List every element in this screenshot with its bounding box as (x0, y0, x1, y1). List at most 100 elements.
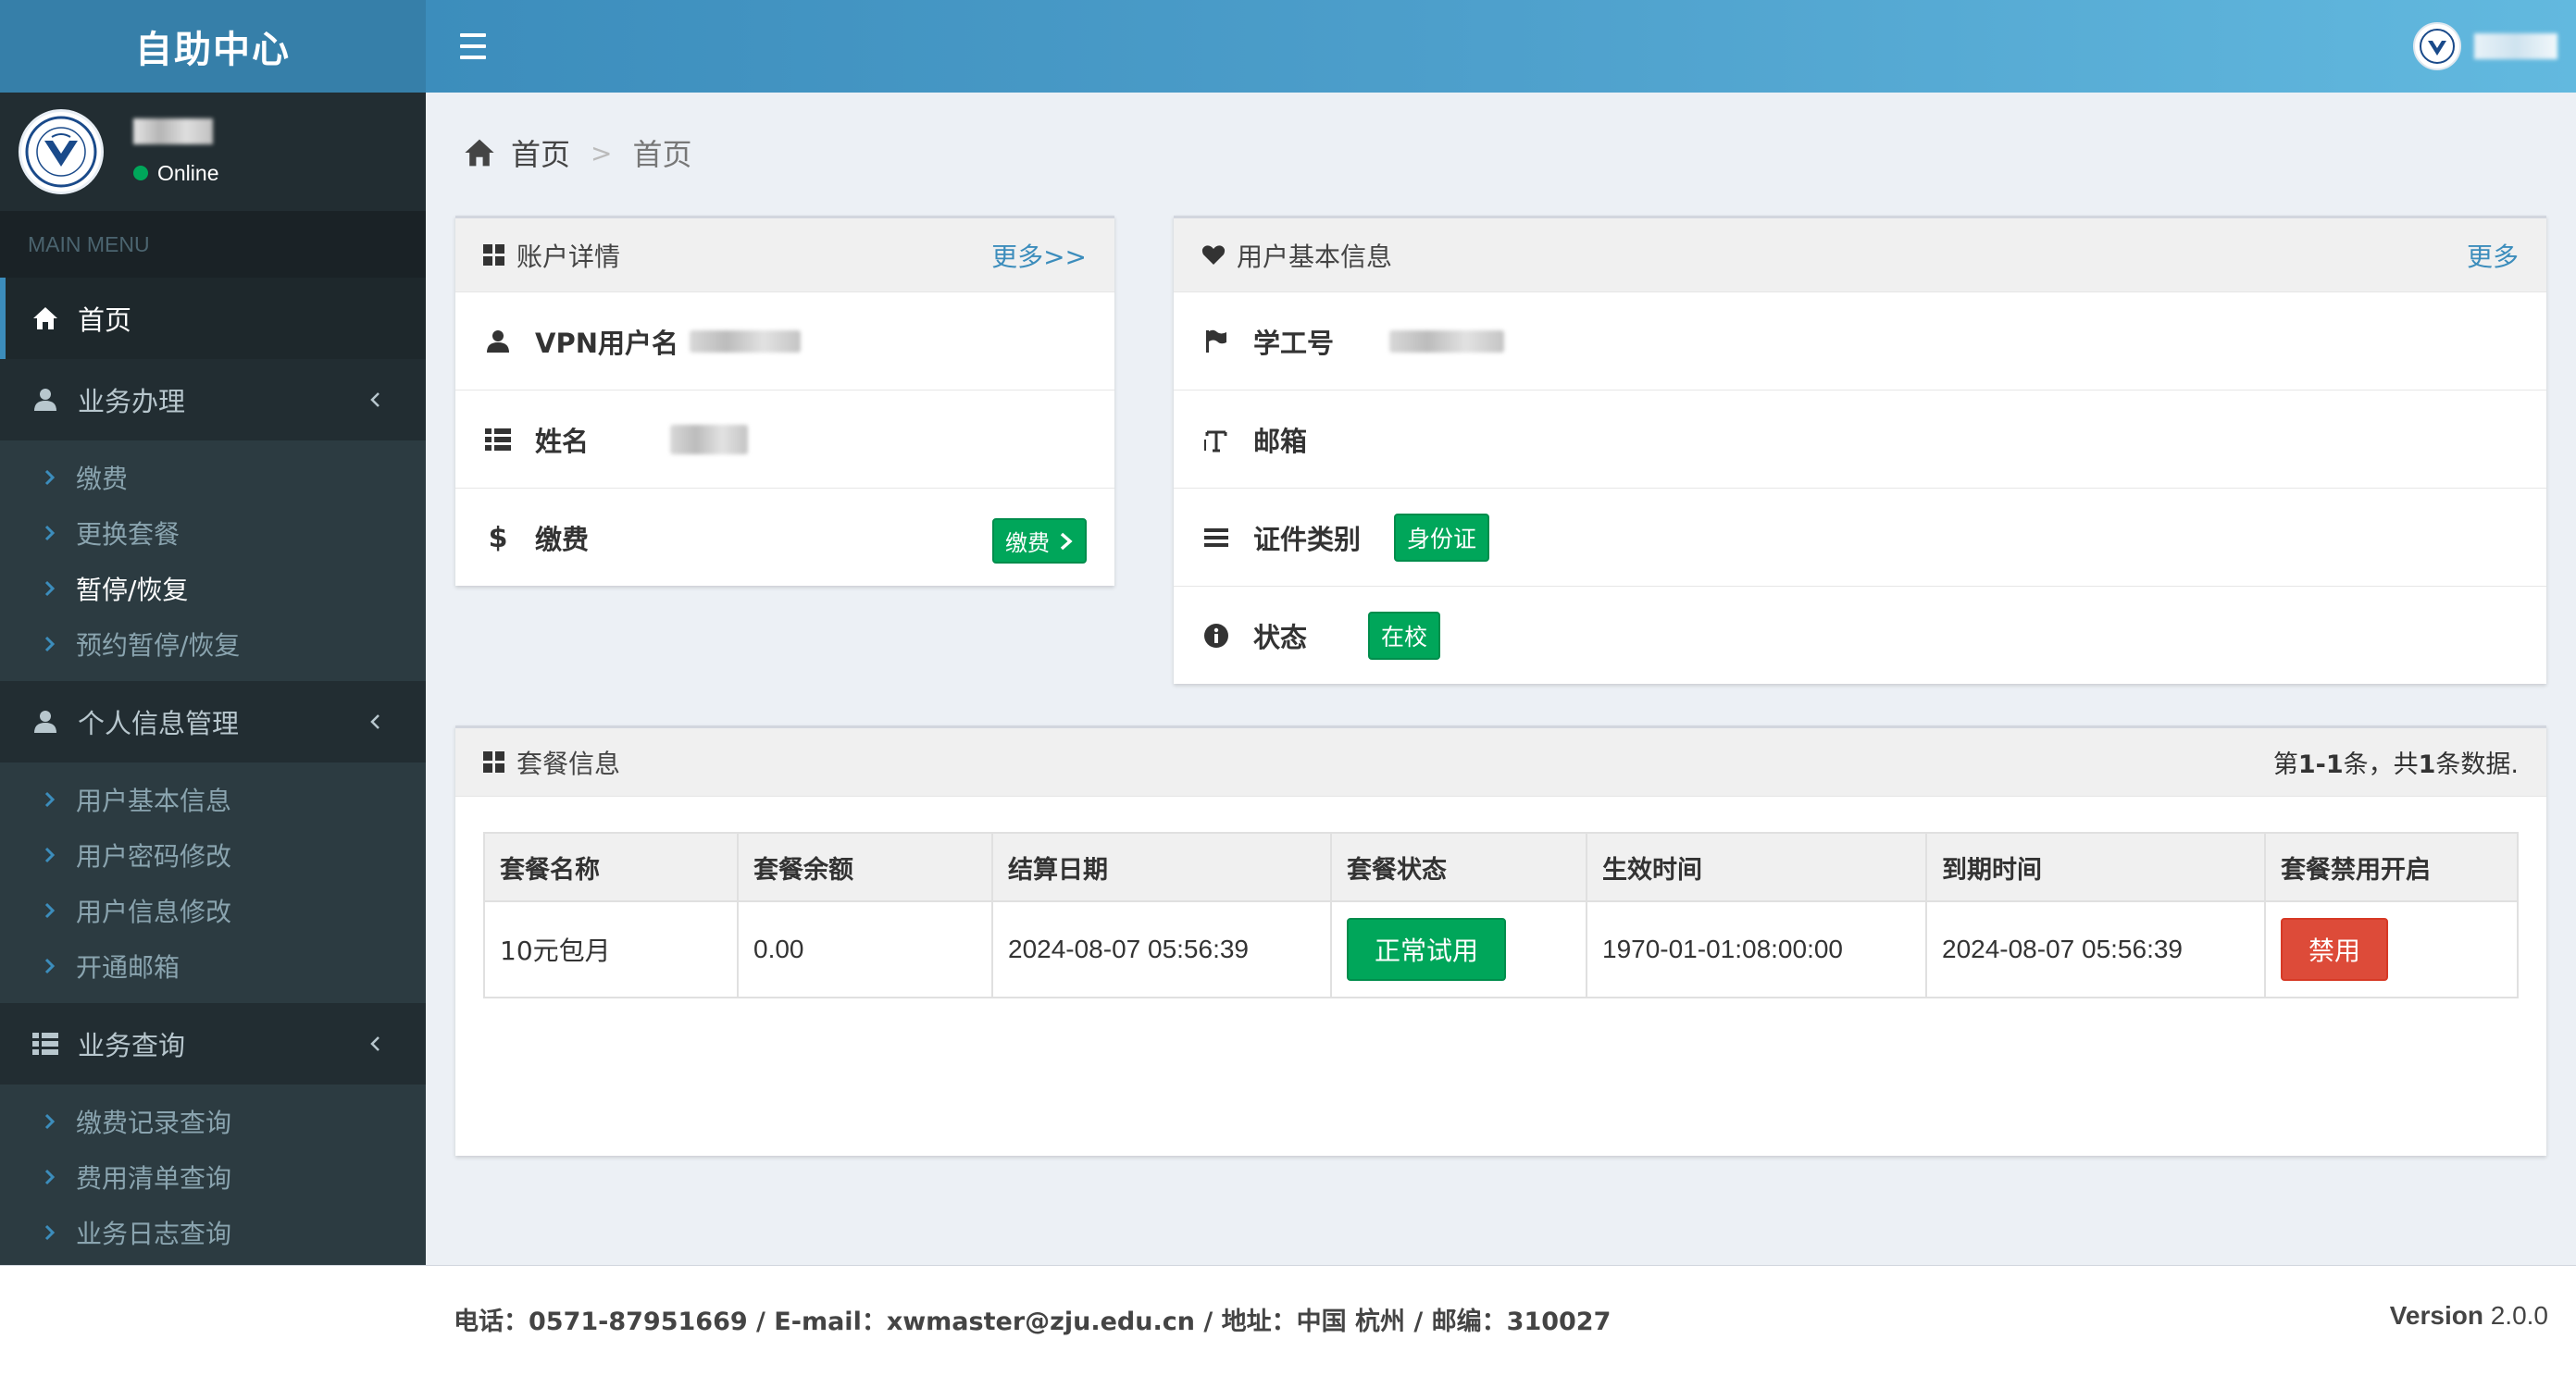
package-box-header: 套餐信息 第1-1条，共1条数据. (455, 728, 2546, 797)
submenu-personal-info: 用户基本信息 用户密码修改 用户信息修改 开通邮箱 (0, 762, 426, 1003)
online-dot-icon (133, 166, 148, 180)
account-box-header: 账户详情 更多>> (455, 218, 1114, 292)
sidebar-toggle-icon[interactable] (452, 28, 494, 65)
email-row: 邮箱 (1174, 390, 2546, 489)
sidebar-item-payment-records[interactable]: 缴费记录查询 (0, 1094, 426, 1149)
footer-contact: 电话：0571-87951669 / E-mail：xwmaster@zju.e… (454, 1308, 1612, 1336)
avatar (19, 109, 104, 194)
breadcrumb-separator: > (591, 137, 613, 168)
chevron-right-icon (44, 580, 56, 597)
student-id-row: 学工号 (1174, 292, 2546, 390)
grid-icon (483, 243, 504, 266)
sidebar-item-pay[interactable]: 缴费 (0, 450, 426, 505)
user-icon (30, 384, 61, 415)
footer-version: Version 2.0.0 (2389, 1301, 2548, 1330)
chevron-right-icon (44, 1224, 56, 1241)
sidebar-item-basic-info[interactable]: 用户基本信息 (0, 772, 426, 827)
submenu-query: 缴费记录查询 费用清单查询 业务日志查询 (0, 1085, 426, 1270)
sidebar-item-suspend-resume[interactable]: 暂停/恢复 (0, 561, 426, 616)
user-icon (483, 327, 513, 356)
chevron-right-icon (44, 636, 56, 652)
userinfo-more-link[interactable]: 更多 (2467, 237, 2519, 274)
chevron-right-icon (44, 791, 56, 808)
sidebar-group-personal-info[interactable]: 个人信息管理 (0, 681, 426, 762)
pay-button[interactable]: 缴费 (992, 518, 1087, 564)
chevron-right-icon (44, 847, 56, 863)
app-logo[interactable]: 自助中心 (0, 0, 426, 93)
user-icon (30, 706, 61, 738)
sidebar-item-home[interactable]: 首页 (0, 278, 426, 359)
list-icon (483, 425, 513, 454)
chevron-left-icon (370, 714, 380, 729)
pagination-summary: 第1-1条，共1条数据. (2272, 750, 2519, 779)
sidebar-item-scheduled-suspend[interactable]: 预约暂停/恢复 (0, 616, 426, 672)
chevron-right-icon (44, 469, 56, 486)
sidebar-group-query[interactable]: 业务查询 (0, 1003, 426, 1085)
sidebar-item-change-package[interactable]: 更换套餐 (0, 505, 426, 561)
effective-time-cell: 1970-01-01:08:00:00 (1586, 900, 1927, 998)
cert-type-row: 证件类别 身份证 (1174, 489, 2546, 587)
user-panel: Online (0, 93, 426, 211)
status-row: 状态 在校 (1174, 587, 2546, 685)
vpn-username-row: VPN用户名 (455, 292, 1114, 390)
chevron-right-icon (44, 1169, 56, 1185)
text-height-icon (1201, 425, 1231, 454)
disable-button[interactable]: 禁用 (2281, 918, 2389, 981)
package-status-cell: 正常试用 (1330, 900, 1587, 998)
status-badge: 在校 (1368, 612, 1441, 660)
sidebar-item-open-mailbox[interactable]: 开通邮箱 (0, 938, 426, 994)
account-more-link[interactable]: 更多>> (991, 237, 1087, 274)
main-menu-header: MAIN MENU (0, 211, 426, 278)
home-icon (30, 303, 61, 334)
student-id-redacted (1389, 329, 1505, 353)
package-action-cell: 禁用 (2264, 900, 2519, 998)
chevron-right-icon (44, 1113, 56, 1130)
expire-time-cell: 2024-08-07 05:56:39 (1925, 900, 2266, 998)
flag-icon (1201, 327, 1231, 356)
footer: 电话：0571-87951669 / E-mail：xwmaster@zju.e… (0, 1265, 2576, 1376)
online-status: Online (133, 161, 218, 186)
bars-icon (1201, 523, 1231, 552)
sidebar-item-billing-details[interactable]: 费用清单查询 (0, 1149, 426, 1205)
userinfo-box-header: 用户基本信息 更多 (1174, 218, 2546, 292)
sidebar-group-business[interactable]: 业务办理 (0, 359, 426, 440)
chevron-left-icon (370, 1036, 380, 1051)
column-header: 套餐余额 (737, 832, 993, 902)
dollar-icon: $ (488, 521, 508, 554)
user-name-redacted (133, 118, 213, 144)
package-table: 套餐名称 套餐余额 结算日期 套餐状态 生效时间 到期时间 套餐禁用开启 10元… (483, 832, 2519, 998)
heart-icon (1201, 244, 1226, 265)
column-header: 套餐状态 (1330, 832, 1587, 902)
home-icon (465, 139, 494, 167)
chevron-right-icon (44, 958, 56, 974)
breadcrumb-current: 首页 (632, 137, 692, 172)
package-name-cell: 10元包月 (483, 900, 739, 998)
name-row: 姓名 (455, 390, 1114, 489)
user-menu[interactable] (2413, 22, 2557, 70)
grid-icon (483, 750, 504, 773)
top-navbar (426, 0, 2576, 93)
breadcrumb: 首页 > 首页 (463, 131, 692, 174)
name-redacted (670, 424, 749, 454)
user-avatar-small (2413, 22, 2461, 70)
package-balance-cell: 0.00 (737, 900, 993, 998)
userinfo-box-title: 用户基本信息 (1237, 241, 1393, 272)
column-header: 套餐名称 (483, 832, 739, 902)
package-status-button[interactable]: 正常试用 (1347, 918, 1507, 981)
sidebar-item-edit-info[interactable]: 用户信息修改 (0, 883, 426, 938)
package-box-title: 套餐信息 (516, 748, 621, 779)
main-header: 自助中心 (0, 0, 2576, 93)
sidebar-item-business-log[interactable]: 业务日志查询 (0, 1205, 426, 1260)
info-icon (1201, 621, 1231, 651)
content-area: 首页 > 首页 账户详情 更多>> VPN用户名 姓名 $ 缴费 缴费 用户基本… (426, 93, 2576, 1265)
table-row: 10元包月 0.00 2024-08-07 05:56:39 正常试用 1970… (483, 900, 2519, 998)
settle-date-cell: 2024-08-07 05:56:39 (991, 900, 1332, 998)
sidebar-item-change-password[interactable]: 用户密码修改 (0, 827, 426, 883)
chevron-right-icon (1060, 532, 1073, 550)
pay-row: $ 缴费 缴费 (455, 489, 1114, 587)
vpn-username-redacted (689, 329, 801, 353)
breadcrumb-home-link[interactable]: 首页 (511, 131, 570, 174)
submenu-business: 缴费 更换套餐 暂停/恢复 预约暂停/恢复 (0, 440, 426, 681)
chevron-right-icon (44, 902, 56, 919)
table-header-row: 套餐名称 套餐余额 结算日期 套餐状态 生效时间 到期时间 套餐禁用开启 (483, 832, 2519, 902)
